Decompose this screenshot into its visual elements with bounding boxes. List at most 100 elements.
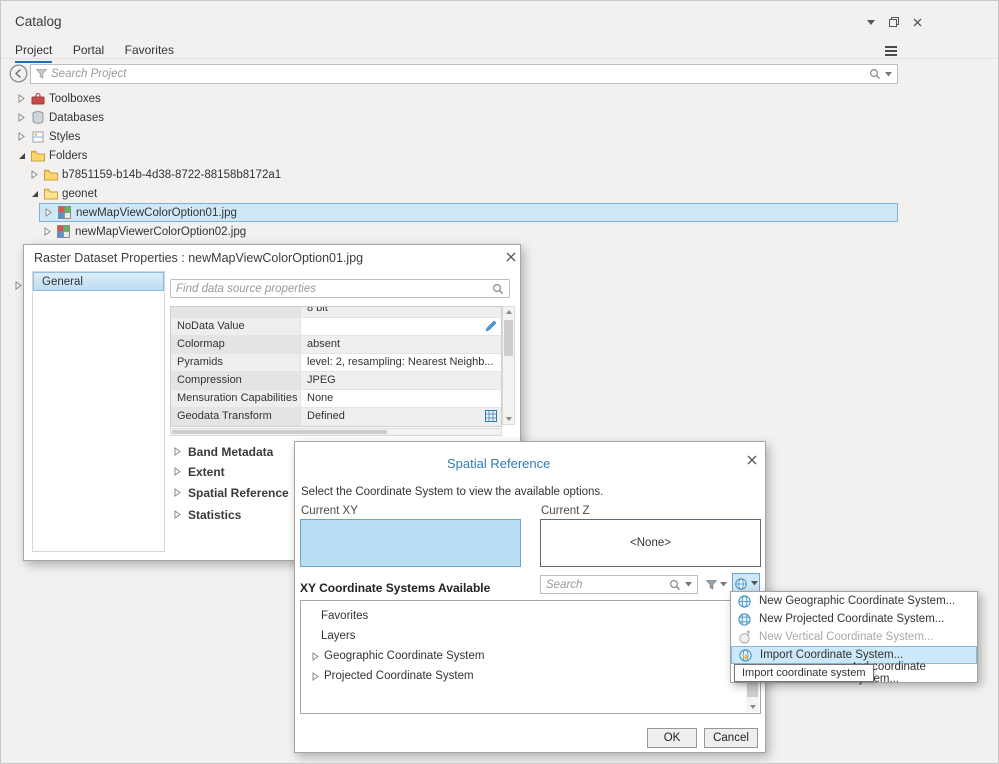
project-search-input[interactable] bbox=[51, 68, 865, 80]
table-row[interactable]: Pyramids level: 2, resampling: Nearest N… bbox=[171, 354, 501, 372]
search-dropdown-icon[interactable] bbox=[885, 71, 892, 77]
dock-chevron-icon[interactable] bbox=[863, 15, 879, 29]
expander-collapsed-icon[interactable] bbox=[30, 170, 39, 179]
table-row[interactable]: Mensuration Capabilities None bbox=[171, 390, 501, 408]
current-xy-box[interactable] bbox=[300, 519, 521, 567]
folder-icon bbox=[43, 169, 58, 181]
menu-icon[interactable] bbox=[885, 44, 897, 58]
catalog-window: Catalog Project Portal Favorites Toolbox… bbox=[0, 0, 999, 764]
list-item-projected[interactable]: Projected Coordinate System bbox=[301, 666, 760, 686]
list-item-favorites[interactable]: Favorites bbox=[301, 606, 760, 626]
globe-geographic-icon bbox=[737, 594, 752, 609]
expander-expanded-icon[interactable] bbox=[17, 151, 26, 160]
globe-icon bbox=[734, 577, 748, 591]
properties-table: 8 bit NoData Value Colormap absent Pyram… bbox=[170, 306, 502, 427]
close-icon[interactable] bbox=[909, 15, 925, 29]
expander-collapsed-icon[interactable] bbox=[17, 94, 26, 103]
tree-item-raster-02[interactable]: newMapViewerColorOption02.jpg bbox=[1, 222, 998, 241]
section-label: Spatial Reference bbox=[188, 485, 289, 500]
table-row[interactable]: Colormap absent bbox=[171, 336, 501, 354]
property-label: Mensuration Capabilities bbox=[171, 390, 301, 407]
list-item-label: Layers bbox=[321, 630, 356, 642]
close-icon[interactable] bbox=[747, 455, 757, 465]
list-item-layers[interactable]: Layers bbox=[301, 626, 760, 646]
scrollbar-thumb[interactable] bbox=[172, 430, 387, 434]
expander-expanded-icon[interactable] bbox=[30, 189, 39, 198]
sidebar-item-general[interactable]: General bbox=[33, 272, 164, 291]
expander-collapsed-icon[interactable] bbox=[311, 671, 320, 681]
filter-button[interactable] bbox=[703, 575, 729, 594]
list-item-geographic[interactable]: Geographic Coordinate System bbox=[301, 646, 760, 666]
search-icon[interactable] bbox=[869, 68, 881, 80]
coordinate-search[interactable] bbox=[540, 575, 698, 594]
current-xy-label: Current XY bbox=[301, 505, 358, 517]
tree-item-toolboxes[interactable]: Toolboxes bbox=[1, 89, 998, 108]
section-label: Extent bbox=[188, 464, 225, 479]
expander-collapsed-icon[interactable] bbox=[311, 651, 320, 661]
tree-item-raster-01-selected[interactable]: newMapViewColorOption01.jpg bbox=[39, 203, 898, 222]
vertical-scrollbar[interactable] bbox=[502, 306, 515, 425]
tree-item-folders[interactable]: Folders bbox=[1, 146, 998, 165]
tree-item-databases[interactable]: Databases bbox=[1, 108, 998, 127]
dialog-title: Raster Dataset Properties : newMapViewCo… bbox=[34, 251, 364, 265]
current-z-value: <None> bbox=[630, 537, 671, 549]
instruction-text: Select the Coordinate System to view the… bbox=[301, 486, 604, 498]
current-z-box[interactable]: <None> bbox=[540, 519, 761, 567]
catalog-tree: Toolboxes Databases Styles Folders b7851… bbox=[1, 89, 998, 241]
search-icon[interactable] bbox=[669, 579, 681, 591]
restore-window-icon[interactable] bbox=[886, 15, 902, 29]
table-row[interactable]: NoData Value bbox=[171, 318, 501, 336]
transform-grid-icon[interactable] bbox=[485, 410, 497, 422]
scrollbar-thumb[interactable] bbox=[504, 320, 513, 356]
list-item-label: Favorites bbox=[321, 610, 369, 622]
tooltip: Import coordinate system bbox=[734, 664, 874, 682]
search-dropdown-icon[interactable] bbox=[685, 582, 692, 587]
section-label: Band Metadata bbox=[188, 444, 274, 459]
tree-item-geonet[interactable]: geonet bbox=[1, 184, 998, 203]
properties-search[interactable] bbox=[170, 279, 510, 298]
menu-item-new-projected[interactable]: New Projected Coordinate System... bbox=[731, 610, 977, 628]
ok-button[interactable]: OK bbox=[647, 728, 697, 748]
tree-item-guid-folder[interactable]: b7851159-b14b-4d38-8722-88158b8172a1 bbox=[1, 165, 998, 184]
tree-expander-hidden-item[interactable] bbox=[14, 281, 23, 290]
database-icon bbox=[30, 111, 45, 124]
tab-divider bbox=[1, 58, 998, 59]
expander-collapsed-icon[interactable] bbox=[44, 208, 53, 217]
expander-collapsed-icon[interactable] bbox=[17, 132, 26, 141]
expander-collapsed-icon[interactable] bbox=[43, 227, 52, 236]
search-icon[interactable] bbox=[492, 283, 504, 295]
expander-collapsed-icon[interactable] bbox=[17, 113, 26, 122]
tree-item-label: Toolboxes bbox=[49, 92, 101, 105]
section-spatial-reference[interactable]: Spatial Reference bbox=[173, 484, 309, 501]
scroll-down-icon[interactable] bbox=[749, 705, 756, 709]
properties-search-input[interactable] bbox=[176, 282, 488, 295]
tree-item-label: newMapViewColorOption01.jpg bbox=[76, 206, 237, 219]
tab-project[interactable]: Project bbox=[15, 43, 53, 63]
cancel-button[interactable]: Cancel bbox=[704, 728, 758, 748]
toolbox-icon bbox=[30, 92, 45, 105]
table-row[interactable]: 8 bit bbox=[171, 307, 501, 318]
section-extent[interactable]: Extent bbox=[173, 463, 225, 480]
tree-item-label: geonet bbox=[62, 187, 98, 200]
project-search[interactable] bbox=[30, 64, 898, 84]
table-row[interactable]: Geodata Transform Defined bbox=[171, 408, 501, 426]
globe-projected-icon bbox=[737, 612, 752, 627]
back-button[interactable] bbox=[9, 64, 28, 83]
coordinate-search-input[interactable] bbox=[546, 578, 665, 591]
table-row[interactable]: Compression JPEG bbox=[171, 372, 501, 390]
menu-item-label: New Projected Coordinate System... bbox=[759, 613, 945, 625]
menu-item-new-geographic[interactable]: New Geographic Coordinate System... bbox=[731, 592, 977, 610]
horizontal-scrollbar[interactable] bbox=[170, 428, 502, 436]
tree-item-styles[interactable]: Styles bbox=[1, 127, 998, 146]
scroll-down-icon[interactable] bbox=[505, 417, 512, 421]
properties-sidebar: General bbox=[32, 271, 165, 552]
expander-collapsed-icon bbox=[174, 447, 181, 456]
raster-icon bbox=[57, 206, 72, 219]
list-item-label: Projected Coordinate System bbox=[324, 670, 474, 682]
edit-pencil-icon[interactable] bbox=[485, 320, 497, 332]
close-icon[interactable] bbox=[506, 252, 516, 262]
scroll-up-icon[interactable] bbox=[505, 310, 512, 314]
tree-item-label: Styles bbox=[49, 130, 81, 143]
section-band-metadata[interactable]: Band Metadata bbox=[173, 443, 273, 460]
section-statistics[interactable]: Statistics bbox=[173, 506, 241, 523]
